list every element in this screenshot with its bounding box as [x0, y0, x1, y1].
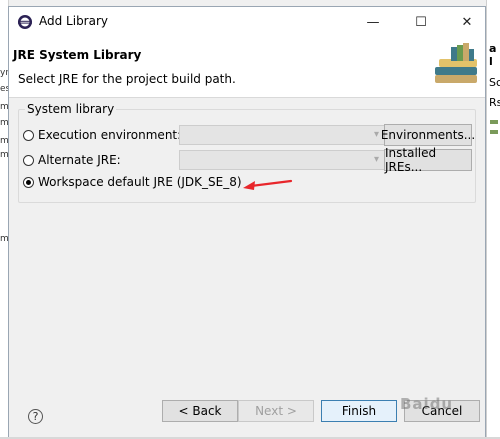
minimize-button[interactable]: —: [353, 7, 393, 37]
library-books-icon: [435, 43, 477, 83]
workspace-default-jre-option[interactable]: Workspace default JRE (JDK_SE_8): [23, 173, 242, 191]
close-button[interactable]: ✕: [447, 7, 487, 37]
bg-line: Sc: [489, 76, 500, 89]
radio-button[interactable]: [23, 129, 34, 141]
help-icon: ?: [32, 410, 39, 423]
alternate-jre-option[interactable]: Alternate JRE:: [23, 151, 121, 169]
finish-button[interactable]: Finish: [321, 400, 397, 422]
option-label: Workspace default JRE (JDK_SE_8): [38, 175, 242, 189]
execution-environment-option[interactable]: Execution environment:: [23, 126, 181, 144]
button-label: < Back: [178, 404, 222, 418]
maximize-button[interactable]: ☐: [401, 7, 441, 37]
annotation-arrow: [243, 179, 293, 190]
background-window-right: a l Sc Rs: [486, 0, 500, 439]
radio-button-selected[interactable]: [23, 176, 34, 188]
minimize-icon: —: [366, 14, 380, 30]
eclipse-icon: [18, 15, 32, 29]
option-label: Alternate JRE:: [38, 153, 121, 167]
installed-jres-button[interactable]: Installed JREs...: [384, 146, 472, 174]
button-label: Next >: [255, 404, 297, 418]
button-label: Environments...: [380, 128, 476, 142]
wizard-header: JRE System Library Select JRE for the pr…: [9, 37, 485, 98]
button-label: Installed JREs...: [385, 146, 437, 174]
watermark: Baidu: [400, 395, 454, 413]
execution-environment-combo[interactable]: ▾: [179, 125, 385, 145]
page-title: JRE System Library: [13, 48, 142, 62]
alternate-jre-combo[interactable]: ▾: [179, 150, 385, 170]
page-subtitle: Select JRE for the project build path.: [18, 72, 236, 86]
chevron-down-icon: ▾: [373, 154, 379, 165]
bg-item-icon: [490, 120, 498, 124]
next-button[interactable]: Next >: [238, 400, 314, 422]
environments-button[interactable]: Environments...: [380, 124, 476, 146]
help-button[interactable]: ?: [28, 409, 43, 424]
option-label: Execution environment:: [38, 128, 182, 142]
window-title: Add Library: [39, 14, 109, 28]
back-button[interactable]: < Back: [162, 400, 238, 422]
maximize-icon: ☐: [415, 14, 427, 30]
title-bar: Add Library — ☐ ✕: [9, 7, 485, 37]
bg-line: Rs: [489, 96, 500, 109]
add-library-dialog: Add Library — ☐ ✕ JRE System Library Sel…: [8, 6, 486, 439]
button-label: Finish: [341, 404, 377, 418]
group-legend: System library: [25, 102, 117, 116]
bg-item-icon: [490, 130, 498, 134]
bg-title: a l: [489, 42, 497, 68]
radio-button[interactable]: [23, 154, 34, 166]
chevron-down-icon: ▾: [373, 129, 379, 140]
close-icon: ✕: [461, 14, 473, 30]
